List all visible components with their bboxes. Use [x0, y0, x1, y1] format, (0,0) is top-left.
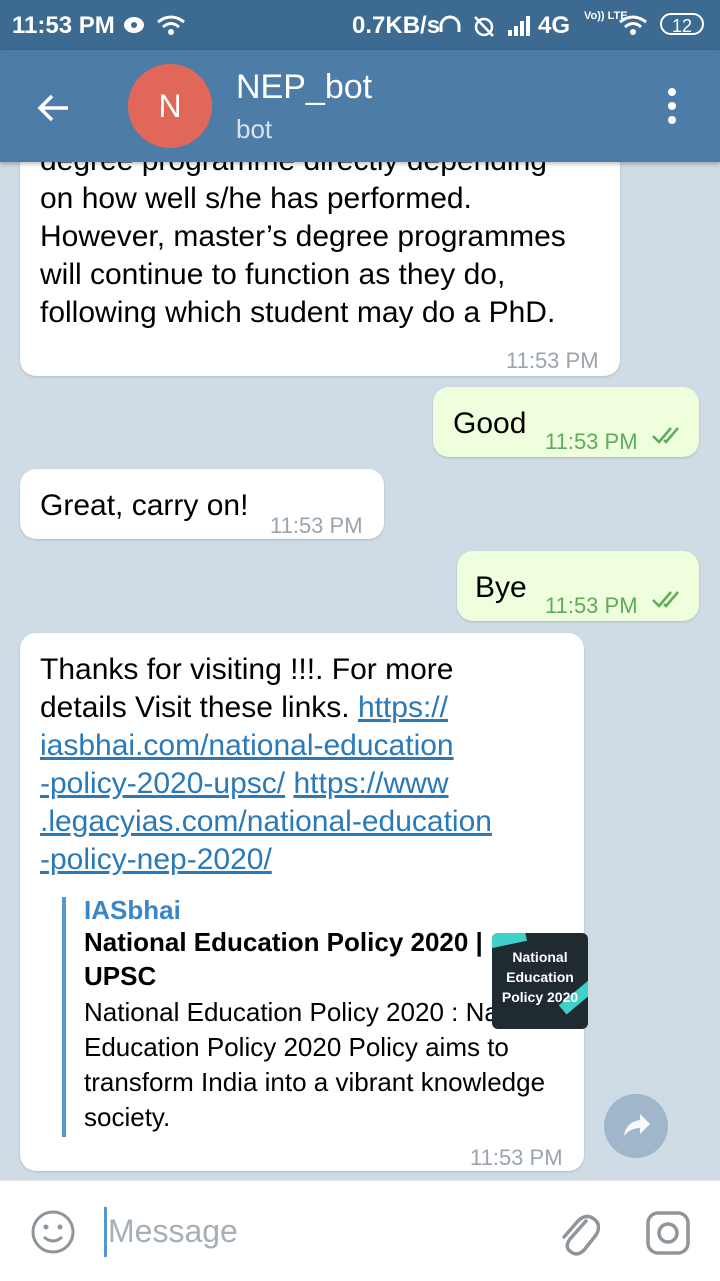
- more-options-icon[interactable]: [660, 86, 684, 126]
- battery-level: 12: [660, 13, 704, 36]
- signal-icon: [508, 16, 530, 36]
- message-input[interactable]: Message: [108, 1213, 238, 1250]
- net-speed: 0.7KB/s: [352, 12, 441, 39]
- wifi-icon: [157, 15, 185, 35]
- network-type: 4G: [538, 12, 571, 39]
- message-time: 11:53 PM: [545, 593, 638, 618]
- read-ticks-icon: [652, 591, 679, 608]
- message-time: 11:53 PM: [470, 1145, 563, 1170]
- thumb-text: Education: [506, 969, 574, 985]
- wifi-icon-2: [619, 15, 647, 35]
- headset-icon: [439, 15, 461, 32]
- message-composer: Message: [0, 1180, 720, 1281]
- message-line: Thanks for visiting !!!. For more: [40, 653, 454, 686]
- link-legacyias[interactable]: https://www: [293, 767, 448, 800]
- message-line: on how well s/he has performed.: [40, 182, 472, 215]
- thumb-text: National: [512, 949, 568, 965]
- message-line: -policy-2020-upsc/ https://www: [40, 765, 580, 803]
- share-button[interactable]: [604, 1094, 668, 1158]
- incoming-message[interactable]: Thanks for visiting !!!. For more detail…: [20, 633, 588, 1171]
- back-arrow-icon[interactable]: [34, 88, 74, 128]
- share-arrow-icon: [624, 1114, 650, 1136]
- chat-header: N NEP_bot bot: [0, 50, 720, 162]
- chat-notification-icon: [124, 17, 144, 33]
- link-iasbhai[interactable]: -policy-2020-upsc/: [40, 767, 285, 800]
- outgoing-message[interactable]: Good 11:53 PM: [433, 387, 699, 457]
- emoji-icon[interactable]: [30, 1209, 76, 1255]
- message-line: degree programme directly depending: [40, 162, 600, 180]
- message-line: will continue to function as they do,: [40, 258, 506, 291]
- avatar[interactable]: N: [128, 64, 212, 148]
- link-legacyias[interactable]: .legacyias.com/national-education: [40, 803, 580, 841]
- message-time: 11:53 PM: [270, 513, 363, 538]
- link-legacyias[interactable]: -policy-nep-2020/: [40, 841, 580, 879]
- message-text: Great, carry on!: [40, 489, 249, 522]
- link-preview[interactable]: IASbhai National Education Policy 2020 |…: [62, 895, 588, 1137]
- preview-site-name: IASbhai: [84, 895, 181, 925]
- status-bar: 11:53 PM 0.7KB/s 4G Vo)) LTE 12: [0, 0, 720, 50]
- read-ticks-icon: [652, 427, 679, 444]
- outgoing-message[interactable]: Bye 11:53 PM: [457, 551, 699, 621]
- chat-subtitle: bot: [236, 114, 273, 144]
- message-text: details Visit these links.: [40, 691, 358, 724]
- message-list[interactable]: degree programme directly depending on h…: [0, 162, 720, 1180]
- message-line: However, master’s degree programmes: [40, 220, 566, 253]
- camera-icon[interactable]: [644, 1209, 692, 1257]
- incoming-message[interactable]: degree programme directly depending on h…: [20, 162, 620, 376]
- preview-thumbnail[interactable]: National Education Policy 2020: [492, 933, 588, 1029]
- message-text: Good: [453, 407, 527, 440]
- message-line: following which student may do a PhD.: [40, 296, 556, 329]
- message-time: 11:53 PM: [545, 429, 638, 454]
- message-time: 11:53 PM: [506, 348, 599, 373]
- message-text: Bye: [475, 571, 527, 604]
- link-iasbhai[interactable]: iasbhai.com/national-education: [40, 727, 580, 765]
- thumb-text: Policy 2020: [501, 989, 579, 1005]
- message-line: details Visit these links. https://: [40, 689, 580, 727]
- status-time: 11:53 PM: [12, 12, 115, 39]
- incoming-message[interactable]: Great, carry on! 11:53 PM: [20, 469, 384, 539]
- preview-title: National Education Policy 2020 | UPSC: [84, 927, 483, 991]
- chat-title[interactable]: NEP_bot: [236, 68, 372, 107]
- alarm-off-icon: [474, 16, 494, 37]
- attach-icon[interactable]: [556, 1207, 600, 1257]
- link-iasbhai[interactable]: https://: [358, 691, 448, 724]
- text-cursor: [104, 1207, 107, 1257]
